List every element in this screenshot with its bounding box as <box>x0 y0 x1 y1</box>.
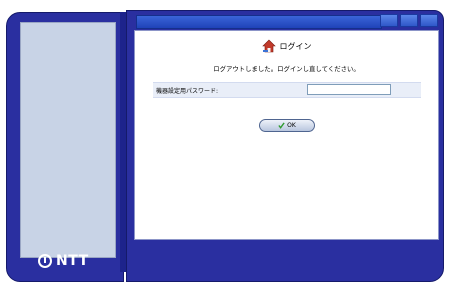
ok-button[interactable]: OK <box>259 119 315 132</box>
password-label: 機器設定用パスワード: <box>156 88 219 95</box>
router-ui-frame: NTT ログイン ログアウトしました。ログインし直してください。 機器設定用パス… <box>0 0 450 285</box>
house-icon <box>261 39 276 53</box>
page-title-text: ログイン <box>279 41 312 51</box>
left-sidebar-panel <box>20 22 116 258</box>
password-input[interactable] <box>307 84 391 95</box>
password-form-row: 機器設定用パスワード: <box>153 82 421 98</box>
check-icon <box>278 122 285 129</box>
page-title: ログイン <box>135 39 438 53</box>
ntt-logo: NTT <box>38 253 89 269</box>
panel-divider <box>120 12 126 272</box>
window-titlebar <box>136 15 382 29</box>
logo-text: NTT <box>56 253 89 269</box>
close-button[interactable] <box>420 14 438 27</box>
logout-message: ログアウトしました。ログインし直してください。 <box>213 65 360 73</box>
maximize-button[interactable] <box>400 14 418 27</box>
ok-button-label: OK <box>287 122 296 129</box>
ntt-logo-icon <box>38 254 52 268</box>
minimize-button[interactable] <box>380 14 398 27</box>
login-content-area: ログイン ログアウトしました。ログインし直してください。 機器設定用パスワード:… <box>134 30 439 240</box>
